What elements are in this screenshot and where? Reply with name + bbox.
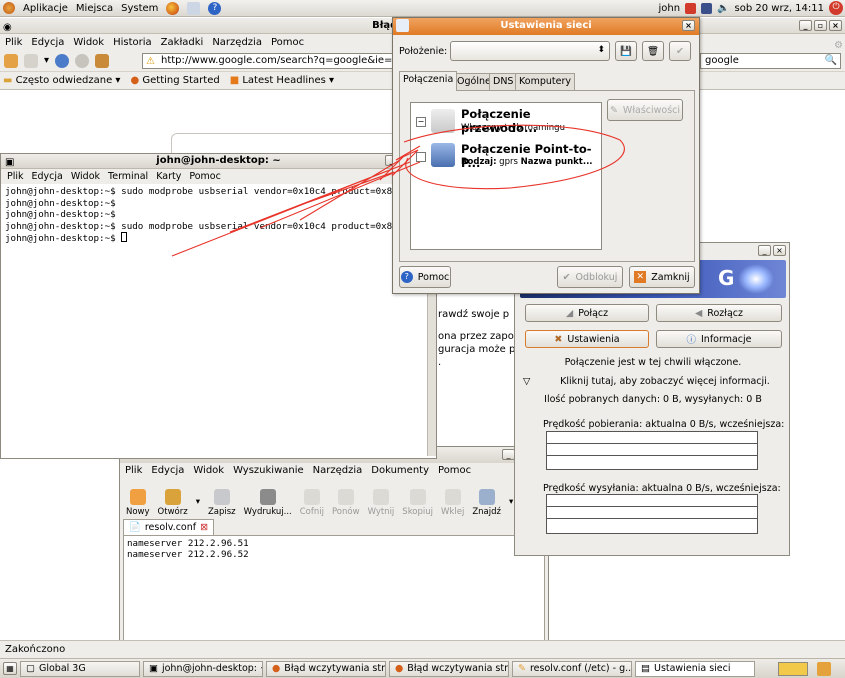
window-icon: ▢ [26,662,35,674]
firefox-icon: ● [272,662,281,674]
gedit-icon: ✎ [518,662,526,674]
tab-connections[interactable]: Połączenia [399,71,458,91]
firefox-statusbar: Zakończono [0,640,845,658]
trash-icon[interactable] [817,661,831,676]
red-annotation-scribbles [171,124,625,257]
bottom-panel: ▦ ▢ Global 3G ▣ john@john-desktop: ~ ● Błąd… [0,658,845,678]
workspace-switcher[interactable] [778,661,808,676]
task-firefox-2[interactable]: ● Błąd wczytywania str... [389,660,509,677]
task-firefox-1[interactable]: ● Błąd wczytywania str... [266,660,386,677]
network-icon: ▤ [641,662,650,674]
task-terminal[interactable]: ▣ john@john-desktop: ~ [143,660,263,677]
task-gedit[interactable]: ✎ resolv.conf (/etc) - g... [512,660,632,677]
task-global3g[interactable]: ▢ Global 3G [20,660,140,677]
task-network-settings[interactable]: ▤ Ustawienia sieci [635,660,755,677]
firefox-icon: ● [395,662,404,674]
terminal-icon: ▣ [149,662,158,674]
show-desktop-icon[interactable]: ▦ [3,662,17,675]
